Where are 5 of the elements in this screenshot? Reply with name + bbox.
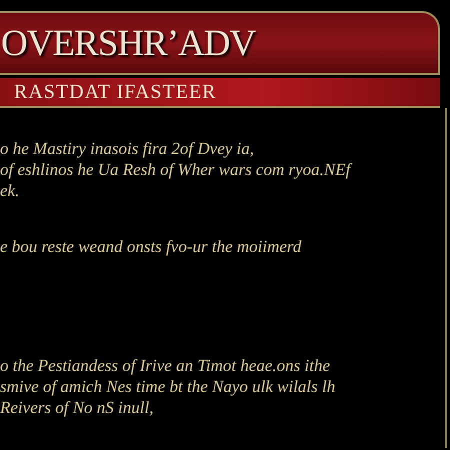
panel-subtitle: RASTDAT IFASTEER: [14, 80, 217, 104]
body-paragraph: o he Mastiry inasois fira 2of Dvey ia, of eshlinos he Ua Resh of Wher wars com ryoa.NEf ek.: [0, 138, 350, 201]
body-paragraph: o the Pestiandess of Irive an Timot heae.ons ithe smive of amich Nes time bt the Nayo ulk wilals lh Reivers of No nS inull,: [0, 355, 336, 418]
panel-title: OVERSHR’ADV: [1, 22, 256, 64]
body-paragraph: e bou reste weand onsts fvo-ur the moiimerd: [0, 236, 302, 257]
